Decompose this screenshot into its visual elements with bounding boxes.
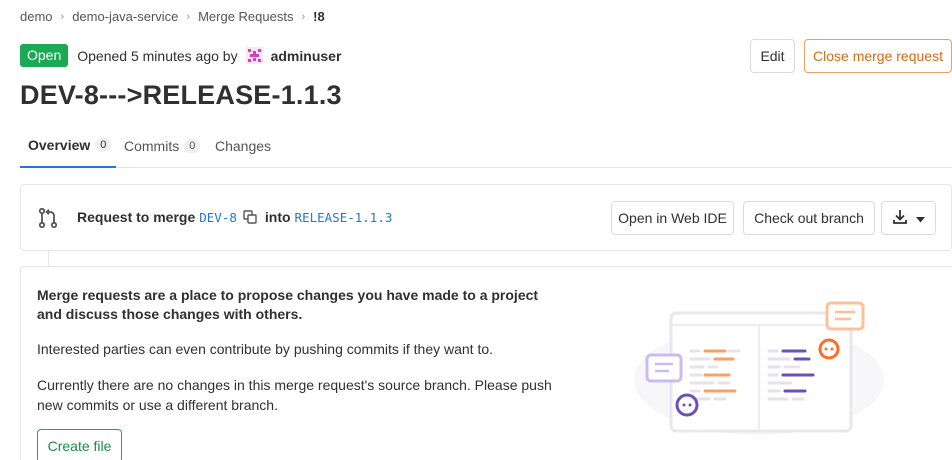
into-label: into (264, 209, 291, 225)
caret-down-icon (916, 210, 925, 226)
breadcrumb-item-project[interactable]: demo-java-service (72, 9, 178, 24)
merge-request-description: Request to merge DEV-8 into RELEASE-1.1.… (77, 209, 396, 225)
breadcrumb: demo › demo-java-service › Merge Request… (20, 9, 325, 24)
avatar-icon[interactable] (245, 47, 263, 64)
check-out-branch-button[interactable]: Check out branch (743, 201, 875, 235)
chevron-right-icon: › (301, 10, 306, 23)
tab-label: Overview (28, 137, 91, 153)
chevron-right-icon: › (186, 10, 191, 23)
create-file-button[interactable]: Create file (37, 429, 122, 460)
edit-button[interactable]: Edit (750, 39, 795, 73)
status-badge: Open (20, 44, 69, 67)
tab-overview[interactable]: Overview 0 (20, 124, 116, 168)
close-merge-request-button[interactable]: Close merge request (804, 39, 952, 73)
empty-state-heading: Merge requests are a place to propose ch… (37, 287, 539, 322)
source-branch-link[interactable]: DEV-8 (199, 210, 237, 225)
tab-changes[interactable]: Changes (207, 124, 279, 168)
chevron-right-icon: › (60, 10, 65, 23)
mr-status-row: Open Opened 5 minutes ago by adminuser (20, 44, 341, 67)
target-branch-link[interactable]: RELEASE-1.1.3 (295, 210, 393, 225)
open-in-web-ide-button[interactable]: Open in Web IDE (611, 201, 734, 235)
copy-icon[interactable] (243, 210, 257, 224)
empty-state-illustration (629, 295, 889, 445)
empty-state-text: Currently there are no changes in this m… (37, 377, 552, 413)
breadcrumb-item-mr-id[interactable]: !8 (313, 9, 325, 24)
empty-state-text: Interested parties can even contribute b… (37, 341, 494, 357)
request-to-merge-label: Request to merge (77, 209, 196, 225)
tab-label: Changes (215, 138, 272, 154)
download-icon (892, 209, 908, 228)
breadcrumb-item-merge-requests[interactable]: Merge Requests (198, 9, 293, 24)
page-title: DEV-8--->RELEASE-1.1.3 (20, 80, 342, 110)
author-link[interactable]: adminuser (271, 48, 342, 64)
breadcrumb-item-group[interactable]: demo (20, 9, 53, 24)
opened-text: Opened 5 minutes ago by (77, 47, 238, 64)
tab-count: 0 (184, 139, 201, 153)
tab-commits[interactable]: Commits 0 (116, 124, 208, 168)
divider (48, 251, 49, 267)
download-dropdown-button[interactable] (881, 201, 936, 235)
mr-widget: Request to merge DEV-8 into RELEASE-1.1.… (20, 184, 952, 251)
merge-request-icon (37, 207, 59, 229)
tab-count: 0 (95, 138, 112, 152)
tab-label: Commits (124, 138, 180, 154)
empty-state-panel: Merge requests are a place to propose ch… (20, 266, 952, 460)
mr-tabs: Overview 0 Commits 0 Changes (20, 124, 952, 168)
